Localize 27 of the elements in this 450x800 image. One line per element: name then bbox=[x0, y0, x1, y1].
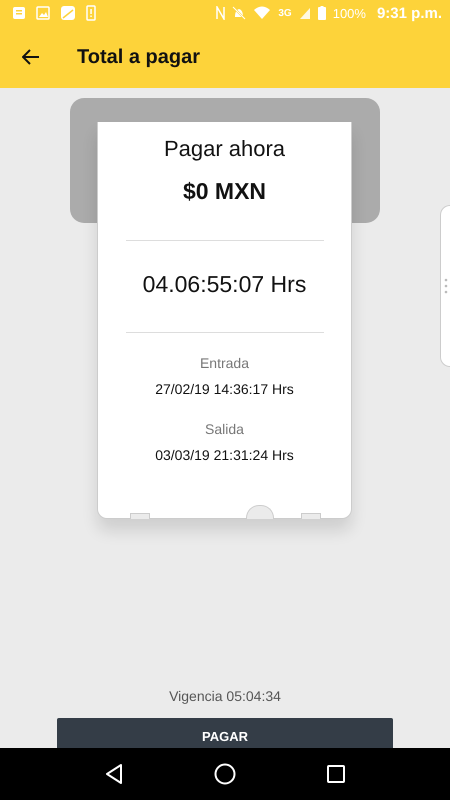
nfc-icon bbox=[216, 6, 226, 20]
triangle-icon bbox=[105, 764, 124, 784]
screen-title: Total a pagar bbox=[77, 46, 200, 68]
square-icon bbox=[326, 765, 345, 783]
time-label: Entrada bbox=[200, 355, 250, 371]
battery-icon bbox=[318, 6, 326, 20]
muted-bell-icon bbox=[232, 6, 246, 20]
signal-icon bbox=[298, 6, 311, 20]
notification-icon bbox=[12, 6, 26, 20]
amount-text: $0 MXN bbox=[182, 178, 266, 205]
image-icon bbox=[36, 6, 50, 20]
clock: 9:31 p.m. bbox=[376, 4, 442, 22]
ticket-heading: Pagar ahora bbox=[164, 136, 286, 162]
pay-button[interactable]: PAGAR bbox=[57, 718, 393, 748]
circle-icon bbox=[214, 763, 236, 785]
alert-icon bbox=[86, 5, 96, 21]
dots-icon bbox=[444, 278, 448, 294]
time-value: 03/03/19 21:31:24 Hrs bbox=[155, 447, 294, 463]
time-value: 27/02/19 14:36:17 Hrs bbox=[155, 381, 294, 397]
battery-level: 100% bbox=[332, 6, 366, 20]
back-arrow-icon bbox=[22, 49, 40, 65]
duration-text: 04.06:55:07 Hrs bbox=[142, 271, 306, 298]
time-label: Salida bbox=[205, 421, 244, 437]
validity-text: Vigencia 05:04:34 bbox=[169, 688, 281, 704]
network-label: 3G bbox=[278, 8, 292, 18]
side-handle[interactable] bbox=[440, 205, 450, 367]
wifi-icon bbox=[253, 6, 272, 20]
